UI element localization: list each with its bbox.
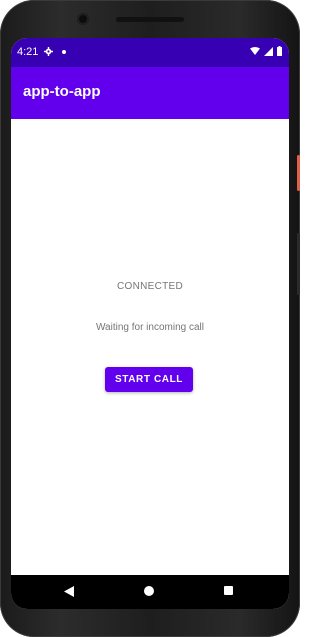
status-icons <box>250 46 282 56</box>
recents-icon[interactable] <box>224 586 233 595</box>
signal-icon <box>264 46 273 56</box>
start-call-button[interactable]: START CALL <box>105 367 193 392</box>
phone-frame: 4:21 app-to-app CONNECTED Waiting for in… <box>0 0 300 637</box>
navigation-bar <box>11 575 289 609</box>
status-bar: 4:21 <box>11 38 289 67</box>
status-time: 4:21 <box>17 46 39 58</box>
waiting-status-label: Waiting for incoming call <box>95 322 204 333</box>
back-icon[interactable] <box>64 586 74 597</box>
volume-button <box>297 233 300 295</box>
power-button <box>297 155 300 191</box>
connection-state-label: CONNECTED <box>116 281 184 292</box>
wifi-icon <box>250 47 260 55</box>
notification-dot-icon <box>62 50 66 54</box>
main-content: CONNECTED Waiting for incoming call STAR… <box>11 119 289 575</box>
app-title: app-to-app <box>23 83 101 100</box>
screen: 4:21 app-to-app CONNECTED Waiting for in… <box>11 38 289 609</box>
earpiece-speaker <box>116 17 184 22</box>
home-icon[interactable] <box>144 586 154 596</box>
gear-icon <box>44 47 53 56</box>
app-bar: app-to-app <box>11 67 289 119</box>
front-camera <box>77 13 89 25</box>
battery-icon <box>277 46 282 56</box>
